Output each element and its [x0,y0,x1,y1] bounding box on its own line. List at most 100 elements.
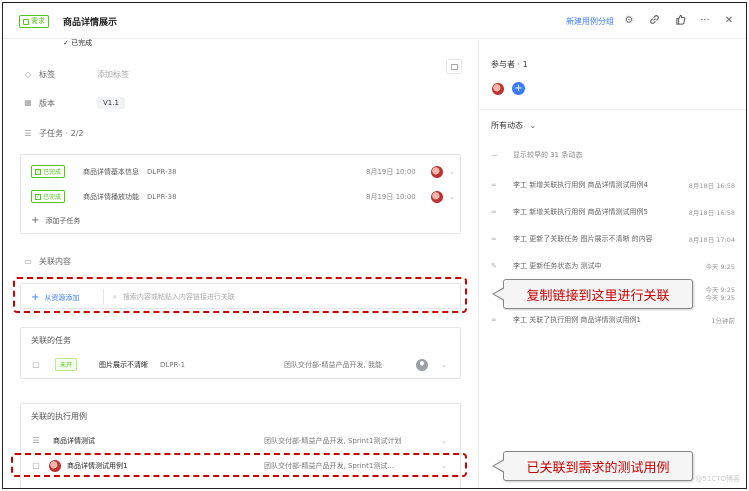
related-task-row[interactable]: ▢ 未开 图片展示不清晰 DLPR-1 团队交付部-精益产品开发, 我能 ⌄ [31,358,456,371]
tag-icon: ◇ [24,69,32,79]
link-icon: ∞ [491,208,497,216]
show-older-label: 显示较早的 31 条动态 [513,151,583,159]
subtask-id: DLPR-38 [147,192,177,201]
chevron-down-icon[interactable]: ⌄ [441,437,447,445]
divider [479,109,746,110]
highlight-linked-case [11,453,467,477]
chevron-down-icon[interactable]: ⌄ [449,193,455,201]
add-participant-button[interactable]: + [512,82,525,95]
activity-item: ∞ 李工 新增关联执行用例 商品详情测试用例5 8月18日 16:58 [491,207,735,217]
page-title: 商品详情展示 [63,18,118,28]
relation-label: 关联内容 [39,257,71,266]
subtask-row[interactable]: ✓ 已完成 商品详情播放功能 DLPR-38 8月19日 10:00 ⌄ [31,190,455,203]
avatar [431,190,443,203]
close-icon[interactable]: ✕ [722,14,736,28]
more-icon[interactable]: ··· [698,14,712,28]
activity-text: 李工 新增关联执行用例 商品详情测试用例4 [513,181,648,189]
watermark: @51CTO博客 [695,475,740,483]
activity-item: ∞ 李工 更新了关联任务 图片展示不清晰 的内容 8月18日 17:04 [491,234,735,244]
subtask-id: DLPR-38 [147,167,177,176]
activity-time: 8月18日 16:58 [688,209,735,217]
comment-icon: ▭ [24,256,32,266]
activity-time: 今天 9:25 [705,294,735,302]
highlight-relation-input [13,277,467,313]
new-case-group-link[interactable]: 新建用例分组 [566,16,614,27]
status-tag[interactable]: ✓ 已完成 [31,190,66,203]
avatar [492,83,504,95]
tag-label: 标签 [39,70,55,79]
link-icon[interactable] [647,14,661,28]
check-icon: ✓ [35,193,41,200]
related-cases-title: 关联的执行用例 [31,412,87,421]
activity-time: 8月18日 16:58 [688,182,735,190]
subtask-card: ✓ 已完成 商品详情基本信息 DLPR-38 8月19日 10:00 ⌄ ✓ 已完成… [20,154,461,234]
status-tag[interactable]: ✓ 已完成 [31,165,66,178]
related-case-row[interactable]: ☰ 商品详情测试 团队交付部-精益产品开发, Sprint1测试计划 ⌄ [31,436,456,446]
check-icon: ✓ [35,168,41,175]
related-tasks-title: 关联的任务 [31,336,71,345]
activity-item: ✎ 李工 更新任务状态为 测试中 今天 9:25 [491,261,735,271]
case-name[interactable]: 商品详情测试 [53,436,95,446]
type-badge-label: 需求 [31,17,45,25]
app-window: 需求 商品详情展示 新建用例分组 ⚙ ··· ✕ ✓ 已完成 ◇ 标签 添加标签… [2,2,747,489]
activity-text: 李工 关联了执行用例 商品详情测试用例1 [513,316,641,324]
calendar-icon: ▦ [24,98,32,107]
activity-item: 今天 9:25 [491,292,735,302]
version-field: ▦ 版本 V1.1 [23,97,125,109]
task-project: 团队交付部-精益产品开发, 我能 [284,360,382,369]
subtask-name[interactable]: 商品详情基本信息 [83,167,139,177]
tag-field: ◇ 标签 添加标签 [23,69,129,80]
list-icon: ☰ [24,128,32,138]
activity-text: 李工 更新任务状态为 测试中 [513,262,602,270]
requirement-icon [23,18,29,25]
gear-icon[interactable]: ⚙ [622,14,636,28]
subtask-header: ☰ 子任务 · 2/2 [23,128,83,139]
task-id: DLPR-1 [160,360,186,369]
related-tasks-card: 关联的任务 ▢ 未开 图片展示不清晰 DLPR-1 团队交付部-精益产品开发, … [20,327,461,379]
activity-item: ∞ 李工 新增关联执行用例 商品详情测试用例4 8月18日 16:58 [491,180,735,190]
show-older-activities[interactable]: — 显示较早的 31 条动态 [491,150,735,160]
status-tag[interactable]: 未开 [55,358,78,371]
minus-icon: — [491,151,498,159]
add-subtask-button[interactable]: + 添加子任务 [31,215,80,226]
header: 需求 商品详情展示 新建用例分组 ⚙ ··· ✕ [3,3,746,39]
status-tag-label: 已完成 [43,169,62,176]
add-subtask-label: 添加子任务 [45,216,81,225]
link-icon: ∞ [491,316,497,324]
version-label: 版本 [39,98,55,108]
activity-text: 李工 新增关联执行用例 商品详情测试用例5 [513,208,648,216]
activity-time: 今天 9:25 [705,263,735,271]
type-badge[interactable]: 需求 [19,15,49,28]
task-name[interactable]: 图片展示不清晰 [99,360,148,370]
plus-icon: + [31,215,40,226]
activity-item: ∞ 李工 关联了执行用例 商品详情测试用例1 1分钟前 [491,315,735,325]
activity-filter[interactable]: 所有动态 ⌄ [491,120,536,131]
status-cutoff: ✓ 已完成 [63,38,92,48]
version-value[interactable]: V1.1 [97,97,125,109]
add-tag-link[interactable]: 添加标签 [97,69,129,80]
link-icon: ∞ [491,235,497,243]
chevron-down-icon[interactable]: ⌄ [441,361,447,369]
chevron-down-icon[interactable]: ⌄ [449,168,455,176]
activity-text: 李工 更新了关联任务 图片展示不清晰 的内容 [513,235,653,243]
participants-title: 参与者 · 1 [491,60,528,69]
status-tag-label: 已完成 [43,194,62,201]
task-icon: ▢ [32,359,40,369]
activity-time: 8月18日 17:04 [688,236,735,244]
detail-panel: ✓ 已完成 ◇ 标签 添加标签 ▦ 版本 V1.1 ☰ 子任务 · 2/2 ✓ 已… [3,38,693,488]
subtask-name[interactable]: 商品详情播放功能 [83,192,139,202]
subtask-date: 8月19日 10:00 [366,192,416,201]
subtask-row[interactable]: ✓ 已完成 商品详情基本信息 DLPR-38 8月19日 10:00 ⌄ [31,165,455,178]
status-cutoff-text: ✓ 已完成 [63,39,93,47]
list-icon: ☰ [32,436,40,445]
link-icon: ∞ [491,181,497,189]
thumbs-up-icon[interactable] [673,14,687,28]
avatar [431,165,443,178]
avatar [416,358,428,371]
subtask-date: 8月19日 10:00 [366,167,416,176]
relation-header: ▭ 关联内容 [23,256,71,267]
activity-filter-label: 所有动态 [491,121,523,130]
case-project: 团队交付部-精益产品开发, Sprint1测试计划 [264,437,402,445]
layout-toggle-icon[interactable] [446,59,462,74]
chevron-down-icon: ⌄ [529,121,537,130]
